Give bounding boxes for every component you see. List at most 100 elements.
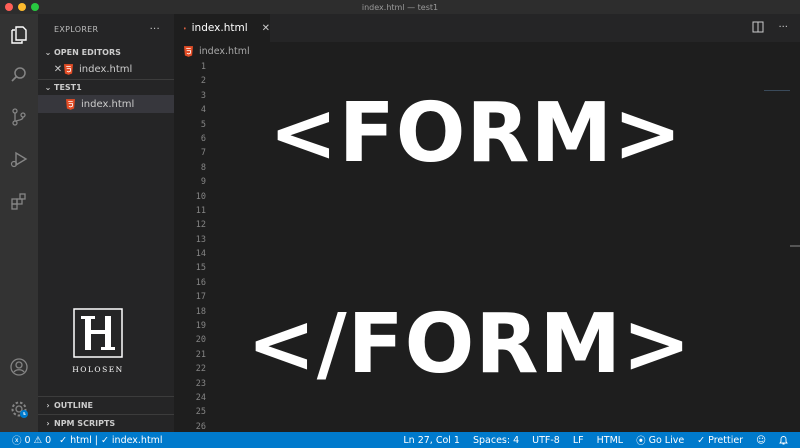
open-editors-section[interactable]: ⌄ OPEN EDITORS [38, 44, 174, 60]
manage-gear-icon[interactable] [8, 398, 30, 420]
line-number: 11 [195, 205, 206, 216]
explorer-title: EXPLORER [54, 24, 99, 34]
editor-more-icon[interactable]: ··· [778, 22, 788, 33]
status-left: ⓧ 0 ⚠ 0 ✓ html | ✓ index.html [0, 433, 163, 448]
window-controls [5, 3, 39, 11]
prettier-status[interactable]: ✓ Prettier [697, 435, 743, 446]
line-number: 20 [195, 335, 206, 346]
tab-index-html[interactable]: index.html ✕ [174, 14, 270, 42]
tab-bar: index.html ✕ ··· [174, 14, 800, 42]
npm-scripts-section[interactable]: › NPM SCRIPTS [38, 414, 174, 432]
editor-area: index.html ✕ ··· index.html 1 2 3 4 5 6 … [174, 14, 800, 432]
sidebar-bottom-sections: › OUTLINE › NPM SCRIPTS [38, 396, 174, 432]
line-number: 21 [195, 349, 206, 360]
minimize-window-button[interactable] [18, 3, 26, 11]
line-number: 4 [200, 105, 206, 116]
workspace-section[interactable]: ⌄ TEST1 [38, 79, 174, 95]
run-debug-icon[interactable] [8, 148, 30, 170]
close-editor-icon[interactable]: ✕ [52, 64, 64, 75]
open-editors-label: OPEN EDITORS [54, 47, 121, 57]
status-right: Ln 27, Col 1 Spaces: 4 UTF-8 LF HTML ⦿ G… [403, 433, 800, 447]
check-file-label: index.html [111, 434, 163, 446]
title-bar: index.html — test1 [0, 0, 800, 14]
broadcast-icon: ⦿ [636, 436, 646, 447]
breadcrumb: index.html [174, 42, 800, 60]
notifications-bell-icon[interactable] [779, 435, 788, 445]
validation-status[interactable]: ✓ html | ✓ index.html [59, 435, 162, 446]
html-file-icon [184, 27, 186, 29]
line-number: 9 [200, 177, 206, 188]
line-number: 16 [195, 277, 206, 288]
more-actions-icon[interactable]: ··· [150, 24, 160, 35]
line-number: 13 [195, 234, 206, 245]
explorer-icon[interactable] [8, 24, 30, 46]
minimap[interactable] [764, 90, 790, 91]
workspace-label: TEST1 [54, 83, 82, 92]
problems-indicator[interactable]: ⓧ 0 ⚠ 0 [12, 433, 51, 448]
encoding-setting[interactable]: UTF-8 [532, 435, 560, 446]
line-number: 3 [200, 90, 206, 101]
source-control-icon[interactable] [8, 106, 30, 128]
language-mode[interactable]: HTML [597, 435, 623, 446]
html-file-icon [64, 63, 73, 75]
line-number: 25 [195, 407, 206, 418]
activity-bar [0, 14, 38, 432]
chevron-right-icon: › [46, 419, 50, 428]
line-number: 15 [195, 263, 206, 274]
editor-actions: ··· [752, 21, 788, 33]
eol-setting[interactable]: LF [573, 435, 584, 446]
split-editor-icon[interactable] [752, 21, 764, 33]
check-icon: ✓ [59, 434, 68, 446]
line-number: 19 [195, 321, 206, 332]
go-live-label: Go Live [648, 434, 685, 446]
workspace-filename: index.html [81, 98, 135, 110]
form-close-tag-overlay: </FORM> [247, 297, 692, 392]
holosen-logo: HOLOSEN [72, 308, 124, 374]
line-number: 22 [195, 364, 206, 375]
cursor-position[interactable]: Ln 27, Col 1 [403, 435, 460, 446]
double-check-icon: ✓ [697, 434, 706, 446]
check-html-label: html [70, 434, 92, 446]
line-number: 24 [195, 392, 206, 403]
workspace-file-item[interactable]: index.html [38, 95, 174, 113]
html-file-icon [184, 45, 193, 57]
line-number: 14 [195, 249, 206, 260]
error-count: 0 [24, 434, 31, 446]
open-editor-item[interactable]: ✕ index.html [38, 60, 174, 78]
account-icon[interactable] [8, 356, 30, 378]
line-number: 2 [200, 76, 206, 87]
explorer-header: EXPLORER ··· [38, 14, 174, 44]
line-number-gutter: 1 2 3 4 5 6 7 8 9 10 11 12 13 14 15 16 1… [174, 60, 206, 434]
outline-section[interactable]: › OUTLINE [38, 396, 174, 414]
feedback-icon[interactable]: ☺ [756, 435, 766, 446]
line-number: 10 [195, 191, 206, 202]
chevron-down-icon: ⌄ [44, 83, 52, 92]
error-icon: ⓧ [12, 436, 22, 447]
close-window-button[interactable] [5, 3, 13, 11]
form-open-tag-overlay: <FORM> [269, 86, 683, 181]
vertical-scrollbar[interactable] [790, 245, 800, 247]
line-number: 23 [195, 378, 206, 389]
zoom-window-button[interactable] [31, 3, 39, 11]
open-editor-filename: index.html [79, 63, 133, 75]
html-file-icon [66, 98, 75, 110]
line-number: 1 [200, 62, 206, 72]
search-icon[interactable] [8, 64, 30, 86]
warning-icon: ⚠ [33, 434, 43, 446]
outline-label: OUTLINE [54, 401, 93, 410]
breadcrumb-file[interactable]: index.html [199, 46, 250, 57]
extensions-icon[interactable] [8, 190, 30, 212]
line-number: 6 [200, 133, 206, 144]
holosen-logo-mark [73, 308, 123, 358]
npm-scripts-label: NPM SCRIPTS [54, 419, 116, 428]
close-tab-icon[interactable]: ✕ [262, 23, 270, 34]
window-title: index.html — test1 [361, 2, 439, 12]
status-bar: ⓧ 0 ⚠ 0 ✓ html | ✓ index.html Ln 27, Col… [0, 432, 800, 448]
line-number: 17 [195, 292, 206, 303]
go-live-button[interactable]: ⦿ Go Live [636, 433, 685, 448]
indentation-setting[interactable]: Spaces: 4 [473, 435, 519, 446]
line-number: 18 [195, 306, 206, 317]
line-number: 7 [200, 148, 206, 159]
chevron-down-icon: ⌄ [44, 47, 52, 57]
chevron-right-icon: › [46, 401, 50, 410]
